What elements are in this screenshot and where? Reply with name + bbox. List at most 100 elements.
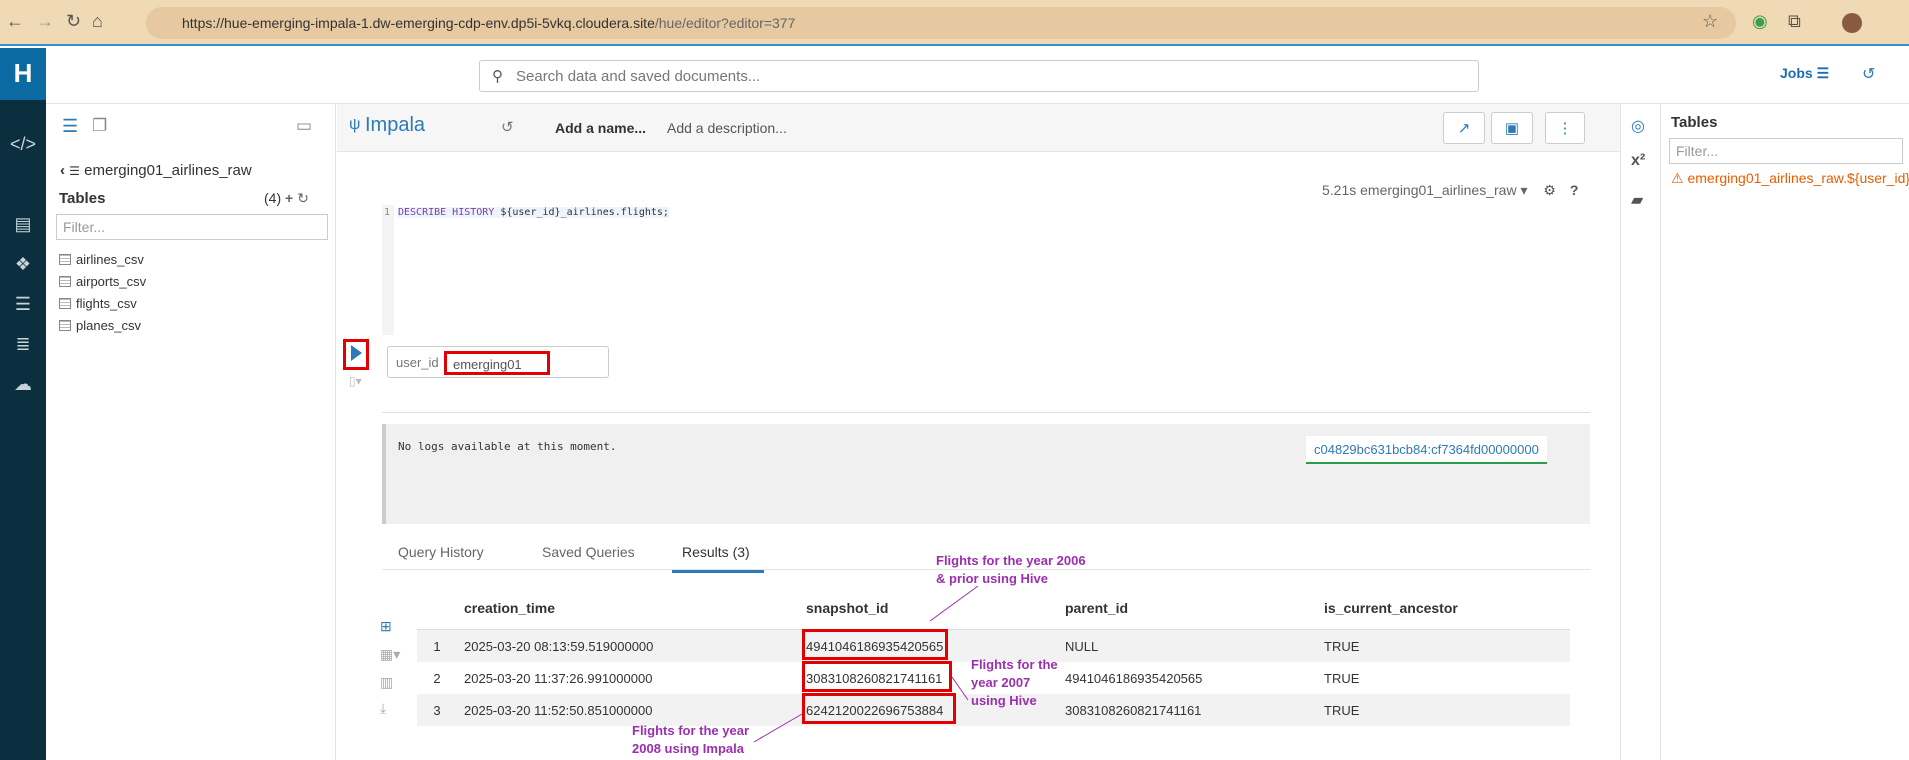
run-button[interactable] (343, 339, 369, 370)
back-icon[interactable]: ← (6, 11, 24, 32)
add-icon[interactable]: + (285, 190, 293, 206)
variable-input[interactable]: emerging01 (444, 351, 550, 375)
impala-icon: ψ (349, 116, 361, 133)
save-button[interactable]: ▣ (1491, 112, 1533, 144)
save-icon: ▣ (1504, 120, 1520, 137)
address-bar[interactable]: https://hue-emerging-impala-1.dw-emergin… (146, 7, 1736, 39)
assist-filter-input[interactable]: Filter... (1669, 138, 1903, 164)
chart-icon: ↗ (1457, 120, 1471, 137)
table-icon (59, 298, 71, 309)
forward-icon[interactable]: → (36, 11, 54, 32)
engine-name[interactable]: Impala (365, 114, 425, 137)
function-icon[interactable]: x² (1631, 152, 1645, 170)
left-assist-panel: ☰ ❐ ▭ ‹ ☰ emerging01_airlines_raw Tables… (46, 104, 336, 760)
variable-label: user_id (396, 355, 439, 370)
assist-tables-heading: Tables (1671, 114, 1718, 131)
book-icon[interactable]: ▰ (1631, 190, 1643, 210)
column-header[interactable]: creation_time (464, 600, 555, 616)
search-input[interactable]: ⚲ Search data and saved documents... (479, 60, 1479, 92)
editor-icon[interactable]: </> (6, 134, 40, 162)
query-id-link[interactable]: c04829bc631bcb84:cf7364fd00000000 (1306, 436, 1547, 464)
help-icon[interactable]: ? (1570, 182, 1579, 198)
tab-saved-queries[interactable]: Saved Queries (542, 544, 635, 560)
chart-view-icon[interactable]: ▦▾ (380, 646, 400, 663)
tables-heading: Tables (59, 190, 106, 207)
bookmark-icon[interactable]: ▯▾ (349, 374, 362, 388)
star-icon[interactable]: ☆ (1702, 11, 1718, 32)
variable-field: user_id emerging01 (387, 346, 609, 378)
table-item[interactable]: planes_csv (59, 318, 141, 333)
query-info[interactable]: 5.21s emerging01_airlines_raw ▾ ⚙ ? (1322, 182, 1578, 199)
sql-editor[interactable]: DESCRIBE HISTORY ${user_id}_airlines.fli… (398, 207, 669, 218)
highlight-box (802, 693, 956, 724)
column-header[interactable]: snapshot_id (806, 600, 888, 616)
more-button[interactable]: ⋮ (1545, 112, 1585, 144)
server-icon[interactable]: ≣ (6, 334, 40, 362)
profile-icon[interactable] (1842, 13, 1862, 33)
table-item[interactable]: airlines_csv (59, 252, 144, 267)
assist-warning[interactable]: ⚠ emerging01_airlines_raw.${user_id} (1671, 170, 1909, 187)
refresh-icon[interactable]: ↻ (297, 190, 309, 206)
cloud-upload-icon[interactable]: ☁ (6, 374, 40, 402)
row-number: 1 (417, 630, 457, 662)
compass-icon[interactable]: ◎ (1631, 116, 1645, 136)
line-gutter: 1 (382, 205, 394, 335)
cell: 4941046186935420565 (1065, 671, 1203, 686)
annotation-note: Flights for the year 2006 & prior using … (936, 553, 1086, 586)
top-bar: ⚲ Search data and saved documents... Job… (46, 48, 1909, 104)
search-icon: ⚲ (492, 68, 503, 85)
browser-toolbar: ← → ↻ ⌂ https://hue-emerging-impala-1.dw… (0, 0, 1909, 46)
cell: 2025-03-20 11:37:26.991000000 (464, 671, 653, 686)
table-item[interactable]: airports_csv (59, 274, 146, 289)
home-icon[interactable]: ⌂ (92, 11, 103, 32)
cubes-icon[interactable]: ❖ (6, 254, 40, 282)
play-icon (351, 345, 362, 361)
database-icon[interactable]: ☰ (6, 294, 40, 322)
grid-view-icon[interactable]: ⊞ (380, 618, 392, 635)
eye-extension-icon[interactable]: ◉ (1752, 11, 1768, 32)
annotation-note: Flights for the year 2007 using Hive (971, 657, 1058, 708)
search-placeholder: Search data and saved documents... (516, 68, 761, 85)
line-number: 1 (384, 207, 391, 218)
database-icon[interactable]: ☰ (62, 116, 78, 137)
row-number: 2 (433, 671, 441, 686)
folder-icon[interactable]: ▭ (296, 116, 312, 136)
tab-results[interactable]: Results (3) (672, 544, 764, 573)
tables-filter-input[interactable]: Filter... (56, 214, 328, 240)
download-icon[interactable]: ⤓ (380, 700, 386, 717)
database-name: emerging01_airlines_raw (84, 162, 252, 179)
query-name-input[interactable]: Add a name... (555, 120, 646, 136)
query-description-input[interactable]: Add a description... (667, 120, 787, 136)
column-header[interactable]: is_current_ancestor (1324, 600, 1458, 616)
tab-query-history[interactable]: Query History (398, 544, 484, 560)
columns-icon[interactable]: ▥ (380, 674, 393, 691)
reload-icon[interactable]: ↻ (66, 11, 81, 32)
history-icon[interactable]: ↺ (1862, 64, 1875, 84)
cell: TRUE (1324, 639, 1360, 654)
documents-icon[interactable]: ▤ (6, 214, 40, 242)
database-breadcrumb[interactable]: ‹ ☰ emerging01_airlines_raw (60, 162, 252, 179)
table-item[interactable]: flights_csv (59, 296, 137, 311)
settings-icon[interactable]: ⚙ (1543, 182, 1556, 198)
right-assist-panel: Tables Filter... ⚠ emerging01_airlines_r… (1660, 104, 1909, 760)
editor-header: ψ Impala ↺ Add a name... Add a descripti… (337, 104, 1620, 152)
query-history-icon[interactable]: ↺ (501, 118, 514, 136)
cell: 3083108260821741161 (1065, 703, 1202, 718)
database-small-icon: ☰ (69, 164, 80, 178)
cell: NULL (1065, 639, 1099, 654)
table-icon (59, 320, 71, 331)
jobs-button[interactable]: Jobs ☰ (1780, 65, 1829, 82)
chart-button[interactable]: ↗ (1443, 112, 1485, 144)
column-header[interactable]: parent_id (1065, 600, 1128, 616)
url-host: https://hue-emerging-impala-1.dw-emergin… (182, 15, 655, 31)
logs-text: No logs available at this moment. (398, 440, 617, 453)
logs-panel: No logs available at this moment. c04829… (382, 424, 1590, 524)
more-icon: ⋮ (1557, 120, 1573, 137)
extensions-icon[interactable]: ⧉ (1788, 11, 1801, 32)
back-chevron-icon[interactable]: ‹ (60, 162, 65, 179)
annotation-note: Flights for the year 2008 using Impala (632, 723, 750, 756)
cell: 2025-03-20 11:52:50.851000000 (464, 703, 653, 718)
hue-logo[interactable]: H (0, 48, 46, 100)
documents-icon[interactable]: ❐ (92, 116, 107, 136)
table-icon (59, 276, 71, 287)
